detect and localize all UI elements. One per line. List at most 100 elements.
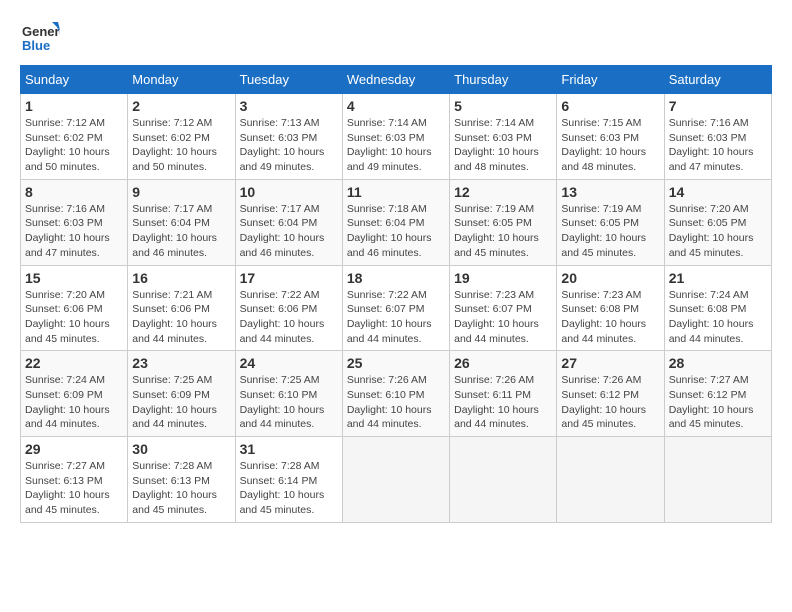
day-info: Sunrise: 7:24 AM Sunset: 6:09 PM Dayligh…: [25, 373, 123, 432]
calendar-cell: 23 Sunrise: 7:25 AM Sunset: 6:09 PM Dayli…: [128, 351, 235, 437]
day-number: 23: [132, 355, 230, 371]
day-info: Sunrise: 7:13 AM Sunset: 6:03 PM Dayligh…: [240, 116, 338, 175]
calendar-cell: 4Sunrise: 7:14 AM Sunset: 6:03 PM Daylig…: [342, 94, 449, 180]
day-info: Sunrise: 7:23 AM Sunset: 6:08 PM Dayligh…: [561, 288, 659, 347]
day-number: 10: [240, 184, 338, 200]
calendar-cell: 1 Sunrise: 7:12 AM Sunset: 6:02 PM Daylig…: [21, 94, 128, 180]
day-info: Sunrise: 7:20 AM Sunset: 6:05 PM Dayligh…: [669, 202, 767, 261]
day-info: Sunrise: 7:25 AM Sunset: 6:09 PM Dayligh…: [132, 373, 230, 432]
calendar-cell: 29 Sunrise: 7:27 AM Sunset: 6:13 PM Dayli…: [21, 437, 128, 523]
day-of-week-header: Thursday: [450, 66, 557, 94]
calendar-week-row: 22 Sunrise: 7:24 AM Sunset: 6:09 PM Dayli…: [21, 351, 772, 437]
day-of-week-header: Wednesday: [342, 66, 449, 94]
calendar-cell: [342, 437, 449, 523]
day-info: Sunrise: 7:22 AM Sunset: 6:06 PM Dayligh…: [240, 288, 338, 347]
calendar-cell: 28 Sunrise: 7:27 AM Sunset: 6:12 PM Dayli…: [664, 351, 771, 437]
calendar-week-row: 29 Sunrise: 7:27 AM Sunset: 6:13 PM Dayli…: [21, 437, 772, 523]
calendar-cell: 6 Sunrise: 7:15 AM Sunset: 6:03 PM Daylig…: [557, 94, 664, 180]
day-info: Sunrise: 7:26 AM Sunset: 6:11 PM Dayligh…: [454, 373, 552, 432]
calendar-cell: 9 Sunrise: 7:17 AM Sunset: 6:04 PM Daylig…: [128, 179, 235, 265]
day-number: 16: [132, 270, 230, 286]
day-info: Sunrise: 7:19 AM Sunset: 6:05 PM Dayligh…: [561, 202, 659, 261]
calendar-cell: 26 Sunrise: 7:26 AM Sunset: 6:11 PM Dayli…: [450, 351, 557, 437]
calendar-cell: 12Sunrise: 7:19 AM Sunset: 6:05 PM Dayli…: [450, 179, 557, 265]
calendar-cell: 19Sunrise: 7:23 AM Sunset: 6:07 PM Dayli…: [450, 265, 557, 351]
calendar-cell: 27 Sunrise: 7:26 AM Sunset: 6:12 PM Dayli…: [557, 351, 664, 437]
day-number: 27: [561, 355, 659, 371]
day-info: Sunrise: 7:16 AM Sunset: 6:03 PM Dayligh…: [669, 116, 767, 175]
day-info: Sunrise: 7:14 AM Sunset: 6:03 PM Dayligh…: [454, 116, 552, 175]
logo-icon: General Blue: [20, 20, 60, 55]
day-of-week-header: Tuesday: [235, 66, 342, 94]
day-info: Sunrise: 7:27 AM Sunset: 6:12 PM Dayligh…: [669, 373, 767, 432]
day-of-week-header: Friday: [557, 66, 664, 94]
day-of-week-header: Monday: [128, 66, 235, 94]
day-info: Sunrise: 7:12 AM Sunset: 6:02 PM Dayligh…: [25, 116, 123, 175]
day-info: Sunrise: 7:28 AM Sunset: 6:13 PM Dayligh…: [132, 459, 230, 518]
day-number: 7: [669, 98, 767, 114]
day-number: 4: [347, 98, 445, 114]
calendar-week-row: 15 Sunrise: 7:20 AM Sunset: 6:06 PM Dayli…: [21, 265, 772, 351]
day-info: Sunrise: 7:23 AM Sunset: 6:07 PM Dayligh…: [454, 288, 552, 347]
calendar-cell: 10 Sunrise: 7:17 AM Sunset: 6:04 PM Dayli…: [235, 179, 342, 265]
calendar-cell: [450, 437, 557, 523]
calendar-cell: 25 Sunrise: 7:26 AM Sunset: 6:10 PM Dayli…: [342, 351, 449, 437]
day-number: 30: [132, 441, 230, 457]
day-number: 29: [25, 441, 123, 457]
svg-text:General: General: [22, 24, 60, 39]
calendar-cell: 24 Sunrise: 7:25 AM Sunset: 6:10 PM Dayli…: [235, 351, 342, 437]
day-number: 11: [347, 184, 445, 200]
calendar-cell: 3 Sunrise: 7:13 AM Sunset: 6:03 PM Daylig…: [235, 94, 342, 180]
day-info: Sunrise: 7:16 AM Sunset: 6:03 PM Dayligh…: [25, 202, 123, 261]
day-number: 3: [240, 98, 338, 114]
day-info: Sunrise: 7:20 AM Sunset: 6:06 PM Dayligh…: [25, 288, 123, 347]
calendar-week-row: 1 Sunrise: 7:12 AM Sunset: 6:02 PM Daylig…: [21, 94, 772, 180]
day-info: Sunrise: 7:12 AM Sunset: 6:02 PM Dayligh…: [132, 116, 230, 175]
calendar-cell: 30 Sunrise: 7:28 AM Sunset: 6:13 PM Dayli…: [128, 437, 235, 523]
day-number: 1: [25, 98, 123, 114]
svg-text:Blue: Blue: [22, 38, 50, 53]
day-number: 9: [132, 184, 230, 200]
day-number: 6: [561, 98, 659, 114]
day-info: Sunrise: 7:26 AM Sunset: 6:10 PM Dayligh…: [347, 373, 445, 432]
calendar-cell: 20Sunrise: 7:23 AM Sunset: 6:08 PM Dayli…: [557, 265, 664, 351]
day-number: 28: [669, 355, 767, 371]
calendar-cell: 11 Sunrise: 7:18 AM Sunset: 6:04 PM Dayli…: [342, 179, 449, 265]
calendar-cell: 5 Sunrise: 7:14 AM Sunset: 6:03 PM Daylig…: [450, 94, 557, 180]
calendar-cell: 2 Sunrise: 7:12 AM Sunset: 6:02 PM Daylig…: [128, 94, 235, 180]
day-info: Sunrise: 7:15 AM Sunset: 6:03 PM Dayligh…: [561, 116, 659, 175]
calendar-cell: 31Sunrise: 7:28 AM Sunset: 6:14 PM Dayli…: [235, 437, 342, 523]
day-info: Sunrise: 7:26 AM Sunset: 6:12 PM Dayligh…: [561, 373, 659, 432]
calendar-cell: 15 Sunrise: 7:20 AM Sunset: 6:06 PM Dayli…: [21, 265, 128, 351]
calendar-week-row: 8Sunrise: 7:16 AM Sunset: 6:03 PM Daylig…: [21, 179, 772, 265]
calendar-cell: 17 Sunrise: 7:22 AM Sunset: 6:06 PM Dayli…: [235, 265, 342, 351]
day-number: 31: [240, 441, 338, 457]
calendar-cell: 18 Sunrise: 7:22 AM Sunset: 6:07 PM Dayli…: [342, 265, 449, 351]
day-info: Sunrise: 7:18 AM Sunset: 6:04 PM Dayligh…: [347, 202, 445, 261]
day-of-week-header: Saturday: [664, 66, 771, 94]
day-number: 18: [347, 270, 445, 286]
day-number: 24: [240, 355, 338, 371]
day-info: Sunrise: 7:25 AM Sunset: 6:10 PM Dayligh…: [240, 373, 338, 432]
day-info: Sunrise: 7:19 AM Sunset: 6:05 PM Dayligh…: [454, 202, 552, 261]
day-number: 2: [132, 98, 230, 114]
day-number: 26: [454, 355, 552, 371]
day-number: 25: [347, 355, 445, 371]
day-of-week-header: Sunday: [21, 66, 128, 94]
day-number: 21: [669, 270, 767, 286]
calendar-cell: [557, 437, 664, 523]
day-number: 22: [25, 355, 123, 371]
logo: General Blue: [20, 20, 64, 55]
day-number: 15: [25, 270, 123, 286]
calendar-cell: 7 Sunrise: 7:16 AM Sunset: 6:03 PM Daylig…: [664, 94, 771, 180]
day-number: 17: [240, 270, 338, 286]
day-info: Sunrise: 7:17 AM Sunset: 6:04 PM Dayligh…: [132, 202, 230, 261]
day-info: Sunrise: 7:22 AM Sunset: 6:07 PM Dayligh…: [347, 288, 445, 347]
day-info: Sunrise: 7:17 AM Sunset: 6:04 PM Dayligh…: [240, 202, 338, 261]
calendar-table: SundayMondayTuesdayWednesdayThursdayFrid…: [20, 65, 772, 523]
day-info: Sunrise: 7:27 AM Sunset: 6:13 PM Dayligh…: [25, 459, 123, 518]
day-number: 13: [561, 184, 659, 200]
calendar-cell: 13 Sunrise: 7:19 AM Sunset: 6:05 PM Dayli…: [557, 179, 664, 265]
calendar-header-row: SundayMondayTuesdayWednesdayThursdayFrid…: [21, 66, 772, 94]
day-number: 5: [454, 98, 552, 114]
